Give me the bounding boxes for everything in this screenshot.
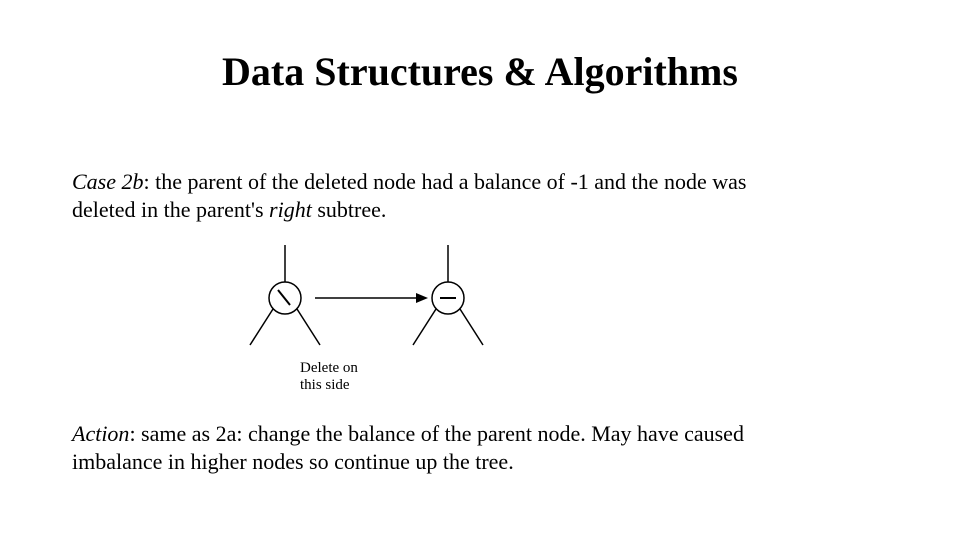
case-label: Case 2b [72, 169, 144, 194]
left-node-right-child [297, 309, 320, 345]
right-node-right-child [460, 309, 483, 345]
caption-line-2: this side [300, 377, 350, 393]
right-node-left-child [413, 309, 436, 345]
action-text: : same as 2a: change the balance of the … [72, 421, 744, 474]
slide: Data Structures & Algorithms Case 2b: th… [0, 0, 960, 540]
caption-line-1: Delete on [300, 360, 358, 376]
tree-diagram [240, 240, 500, 380]
diagram-svg [240, 240, 500, 380]
transition-arrow-head [416, 293, 428, 303]
page-title: Data Structures & Algorithms [0, 48, 960, 95]
case-description: Case 2b: the parent of the deleted node … [72, 168, 792, 223]
action-label: Action [72, 421, 129, 446]
case-text-b: subtree. [312, 197, 387, 222]
action-description: Action: same as 2a: change the balance o… [72, 420, 832, 475]
case-text-a: : the parent of the deleted node had a b… [72, 169, 746, 222]
diagram-caption: Delete on this side [300, 360, 358, 395]
left-node-left-child [250, 309, 273, 345]
case-right-word: right [269, 197, 312, 222]
